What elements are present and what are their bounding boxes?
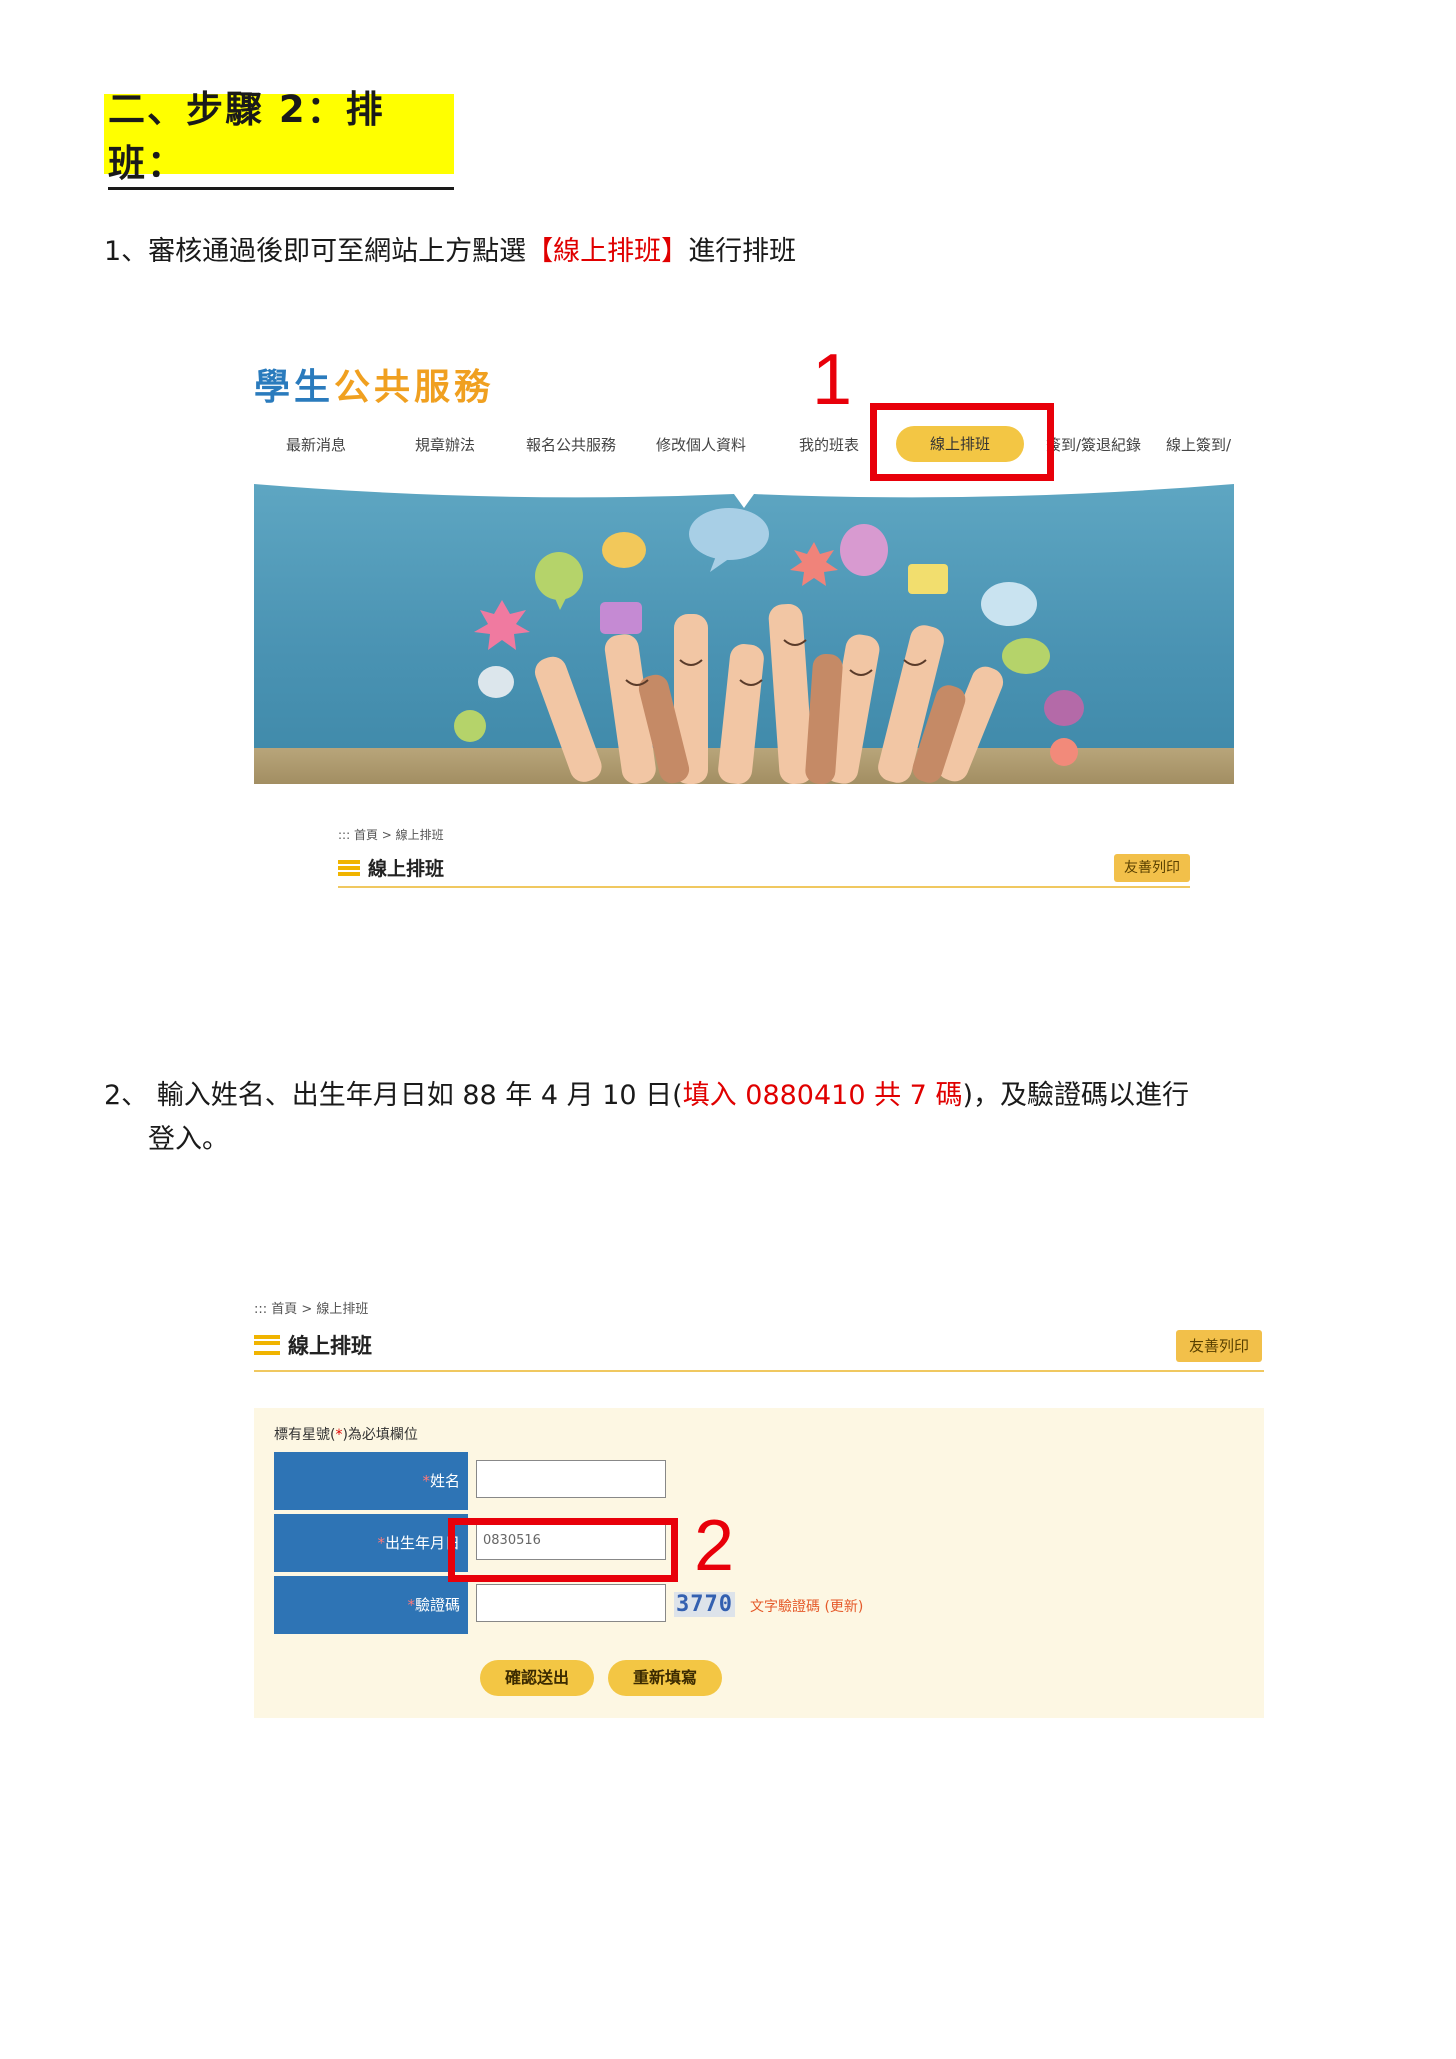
divider-2 (254, 1370, 1264, 1372)
submit-button[interactable]: 確認送出 (480, 1660, 594, 1696)
captcha-image: 3770 (674, 1592, 735, 1617)
captcha-label: *驗證碼 (274, 1576, 468, 1634)
title-icon (254, 1335, 280, 1355)
section-heading-text: 二、步驟 2：排班： (108, 79, 454, 190)
required-note-pre: 標有星號( (274, 1427, 336, 1443)
step-2-prefix: 2、 輸入姓名、出生年月日如 88 年 4 月 10 日( (104, 1080, 683, 1111)
nav-item-news[interactable]: 最新消息 (286, 434, 346, 455)
login-form: 標有星號(*)為必填欄位 *姓名 *出生年月日 0830516 *驗證碼 377… (254, 1408, 1264, 1718)
name-label: *姓名 (274, 1452, 468, 1510)
page-title-1: 線上排班 (338, 854, 444, 881)
captcha-input[interactable] (476, 1584, 666, 1622)
page-title-1-text: 線上排班 (368, 858, 445, 880)
annotation-number-1: 1 (812, 340, 853, 420)
print-button-2[interactable]: 友善列印 (1176, 1330, 1262, 1362)
annotation-box-1 (870, 403, 1054, 481)
section-heading: 二、步驟 2：排班： (104, 88, 454, 190)
nav-item-register[interactable]: 報名公共服務 (526, 434, 616, 455)
annotation-box-2 (448, 1518, 678, 1582)
nav-item-rules[interactable]: 規章辦法 (415, 434, 475, 455)
site-logo[interactable]: 學生公共服務 (254, 358, 494, 410)
annotation-number-2: 2 (694, 1506, 735, 1586)
step-1-suffix: 進行排班 (688, 236, 797, 267)
step-1-text: 1、審核通過後即可至網站上方點選【線上排班】進行排班 (104, 230, 796, 274)
divider-1 (338, 886, 1190, 888)
title-icon (338, 859, 360, 876)
raised-hands-illustration (254, 484, 1234, 784)
required-note: 標有星號(*)為必填欄位 (274, 1424, 418, 1444)
main-nav: 最新消息 規章辦法 報名公共服務 修改個人資料 我的班表 線上排班 簽到/簽退紀… (254, 426, 1234, 462)
nav-item-online-checkin[interactable]: 線上簽到/ (1166, 434, 1234, 455)
name-label-text: 姓名 (429, 1472, 460, 1490)
banner-image (254, 484, 1234, 784)
step-1-highlight: 【線上排班】 (526, 236, 689, 267)
site-logo-part1: 學生 (254, 367, 335, 408)
site-logo-part2: 公共服務 (334, 367, 495, 408)
captcha-label-text: 驗證碼 (414, 1596, 460, 1614)
nav-item-my-schedule[interactable]: 我的班表 (799, 434, 859, 455)
screenshot-login-form: ::: 首頁 > 線上排班 線上排班 友善列印 標有星號(*)為必填欄位 *姓名… (254, 1296, 1264, 1736)
screenshot-site-nav: 學生公共服務 最新消息 規章辦法 報名公共服務 修改個人資料 我的班表 線上排班… (254, 344, 1234, 890)
step-2-text: 2、 輸入姓名、出生年月日如 88 年 4 月 10 日(填入 0880410 … (104, 1074, 1189, 1118)
required-note-post: )為必填欄位 (342, 1427, 418, 1443)
name-input[interactable] (476, 1460, 666, 1498)
step-1-prefix: 1、審核通過後即可至網站上方點選 (104, 236, 527, 267)
print-button-1[interactable]: 友善列印 (1114, 854, 1190, 882)
step-2-suffix: )，及驗證碼以進行 (962, 1080, 1189, 1111)
breadcrumb-1[interactable]: ::: 首頁 > 線上排班 (338, 826, 444, 843)
birthdate-label: *出生年月日 (274, 1514, 468, 1572)
page-title-2: 線上排班 (254, 1330, 372, 1360)
captcha-refresh-link[interactable]: 文字驗證碼 (更新) (750, 1596, 863, 1616)
step-2-line2: 登入。 (148, 1124, 229, 1155)
page-title-2-text: 線上排班 (288, 1334, 372, 1358)
reset-button[interactable]: 重新填寫 (608, 1660, 722, 1696)
nav-item-checkin-records[interactable]: 簽到/簽退紀錄 (1046, 434, 1141, 455)
step-2-highlight: 填入 0880410 共 7 碼 (682, 1080, 963, 1111)
nav-item-profile[interactable]: 修改個人資料 (656, 434, 746, 455)
breadcrumb-2[interactable]: ::: 首頁 > 線上排班 (254, 1298, 368, 1317)
